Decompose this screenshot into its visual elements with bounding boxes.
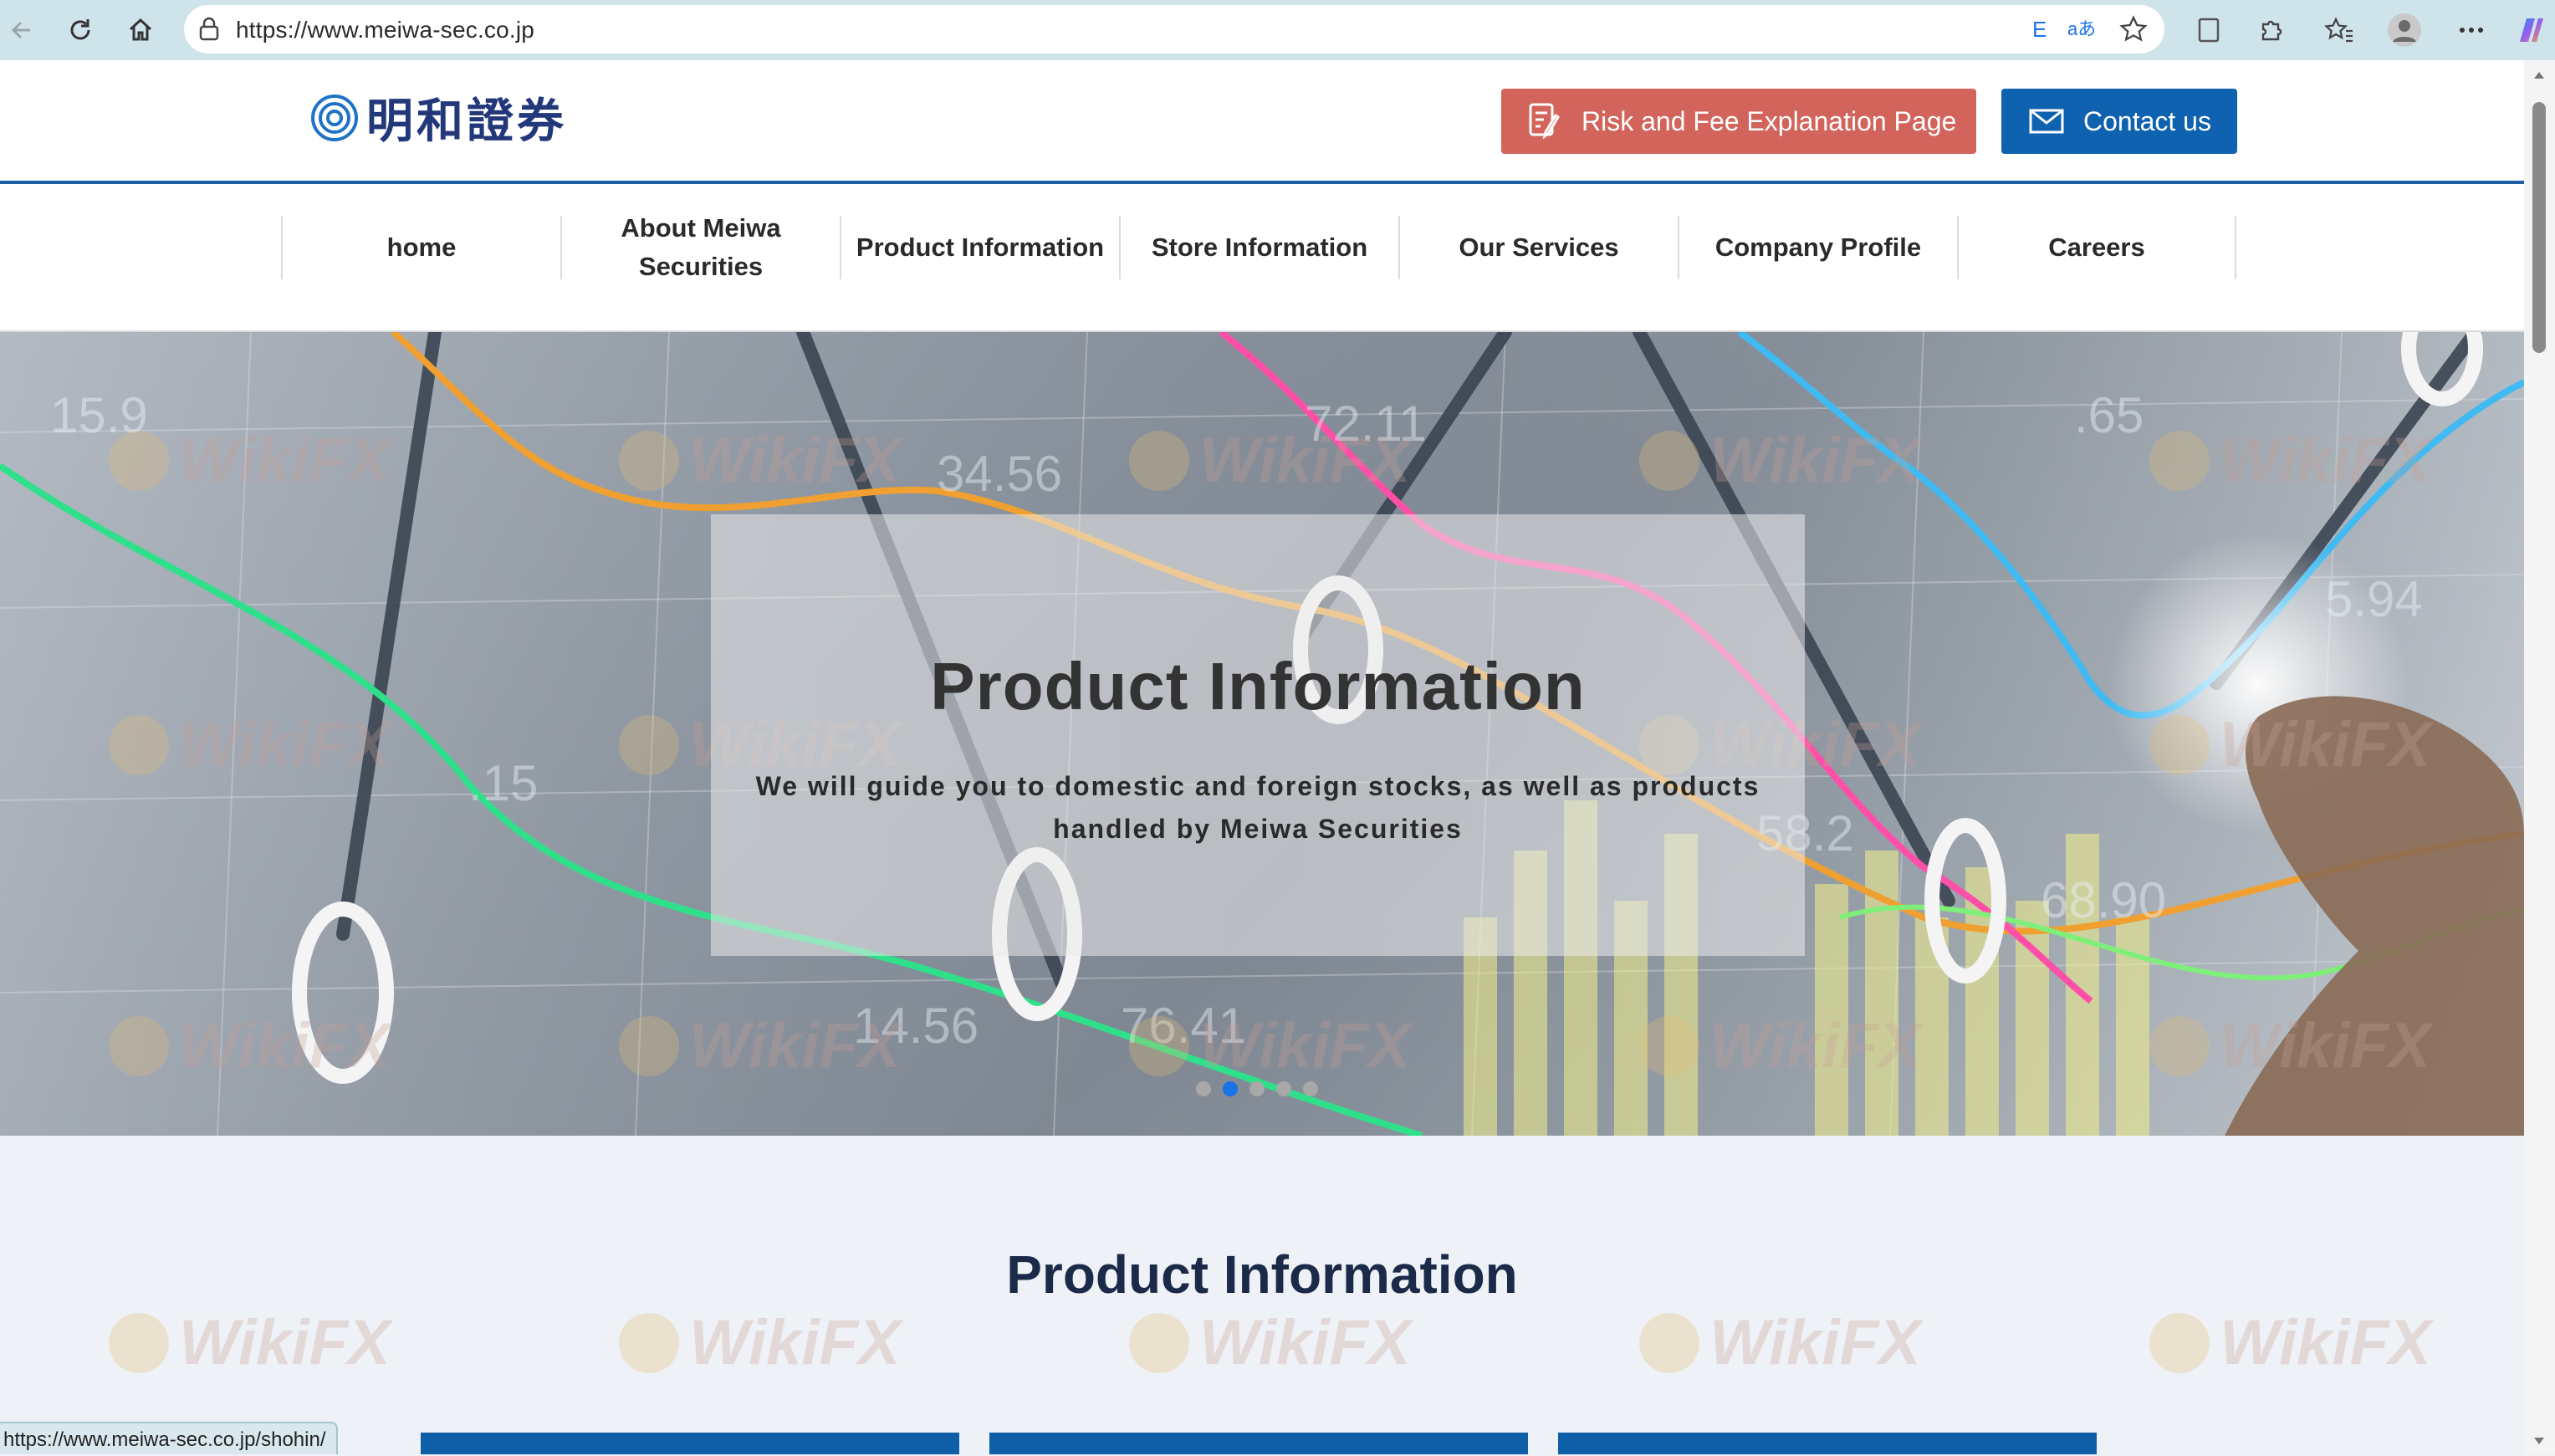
home-icon[interactable] <box>120 10 161 50</box>
document-pen-icon <box>1529 103 1561 140</box>
contact-label: Contact us <box>2083 105 2211 136</box>
watermark-logo-icon <box>1129 1312 1189 1373</box>
copilot-icon[interactable] <box>2512 10 2552 50</box>
page-scrollbar[interactable] <box>2524 60 2555 1454</box>
svg-text:.65: .65 <box>2074 387 2144 443</box>
translate-icon[interactable]: aあ <box>2067 17 2101 46</box>
hero-title: Product Information <box>930 649 1586 723</box>
site-logo[interactable]: 明和證券 <box>309 84 567 151</box>
nav-item-company-profile[interactable]: Company Profile <box>1678 216 1957 279</box>
svg-text:34.56: 34.56 <box>937 446 1062 502</box>
watermark: WikiFX <box>109 1306 391 1379</box>
read-aloud-icon[interactable]: E <box>2031 17 2049 46</box>
favorites-icon[interactable] <box>2319 10 2359 50</box>
back-icon[interactable] <box>2 10 42 50</box>
section-title: Product Information <box>1006 1244 1518 1305</box>
logo-emblem-icon <box>311 94 358 141</box>
more-menu-icon[interactable] <box>2451 10 2491 50</box>
svg-text:aあ: aあ <box>2067 18 2096 39</box>
product-card[interactable] <box>989 1433 1528 1454</box>
svg-text:68.90: 68.90 <box>2041 872 2166 928</box>
status-bar-url: https://www.meiwa-sec.co.jp/shohin/ <box>0 1422 338 1454</box>
scrollbar-thumb[interactable] <box>2532 102 2546 353</box>
slider-pagination <box>1196 1081 1318 1096</box>
nav-item-product-information[interactable]: Product Information <box>840 216 1119 279</box>
risk-fee-label: Risk and Fee Explanation Page <box>1582 105 1957 136</box>
nav-item-our-services[interactable]: Our Services <box>1398 216 1678 279</box>
watermark-logo-icon <box>2149 1312 2210 1373</box>
address-bar[interactable]: https://www.meiwa-sec.co.jp E aあ <box>184 5 2164 54</box>
url-text[interactable]: https://www.meiwa-sec.co.jp <box>236 17 534 43</box>
svg-text:.15: .15 <box>468 755 538 811</box>
hero-slider[interactable]: 15.9 .15 34.56 72.11 .65 14.56 76.41 68.… <box>0 332 2524 1136</box>
risk-fee-button[interactable]: Risk and Fee Explanation Page <box>1501 89 1976 154</box>
product-card[interactable] <box>421 1433 959 1454</box>
logo-text: 明和證券 <box>366 94 567 149</box>
mail-icon <box>2029 109 2064 134</box>
browser-toolbar: https://www.meiwa-sec.co.jp E aあ <box>0 0 2555 60</box>
web-page: WikiFX WikiFX WikiFX WikiFX WikiFX 明和證券 … <box>0 60 2524 1454</box>
hero-caption-box: Product Information We will guide you to… <box>711 514 1805 956</box>
svg-text:14.56: 14.56 <box>853 998 979 1054</box>
scroll-down-icon[interactable] <box>2532 1436 2546 1446</box>
hero-subtitle: We will guide you to domestic and foreig… <box>755 771 1760 844</box>
main-nav: home About Meiwa Securities Product Info… <box>0 184 2524 332</box>
contact-button[interactable]: Contact us <box>2001 89 2237 154</box>
svg-text:5.94: 5.94 <box>2325 571 2423 627</box>
nav-item-careers[interactable]: Careers <box>1957 216 2236 279</box>
scroll-up-icon[interactable] <box>2532 70 2546 80</box>
product-card[interactable] <box>1558 1433 2097 1454</box>
slider-dot[interactable] <box>1196 1081 1211 1096</box>
slider-dot[interactable] <box>1303 1081 1318 1096</box>
reload-icon[interactable] <box>60 10 100 50</box>
nav-item-store-information[interactable]: Store Information <box>1119 216 1398 279</box>
svg-text:76.41: 76.41 <box>1121 998 1246 1054</box>
watermark-logo-icon <box>619 1312 679 1373</box>
watermark: WikiFX <box>2149 1306 2431 1379</box>
watermark: WikiFX <box>1129 1306 1411 1379</box>
watermark-logo-icon <box>1639 1312 1699 1373</box>
reading-view-icon[interactable] <box>2189 10 2229 50</box>
svg-text:E: E <box>2032 17 2047 42</box>
favorite-star-icon[interactable] <box>2119 15 2148 48</box>
nav-item-home[interactable]: home <box>281 216 560 279</box>
lock-icon[interactable] <box>197 17 221 46</box>
svg-text:15.9: 15.9 <box>50 387 148 443</box>
profile-avatar-icon[interactable] <box>2384 10 2425 50</box>
slider-dot[interactable] <box>1276 1081 1291 1096</box>
watermark: WikiFX <box>1639 1306 1921 1379</box>
site-header: 明和證券 Risk and Fee Explanation Page Conta… <box>0 60 2524 184</box>
nav-item-about[interactable]: About Meiwa Securities <box>560 213 840 281</box>
watermark-logo-icon <box>109 1312 169 1373</box>
extensions-icon[interactable] <box>2251 10 2291 50</box>
svg-text:72.11: 72.11 <box>1305 396 1427 452</box>
slider-dot[interactable] <box>1249 1081 1265 1096</box>
watermark: WikiFX <box>619 1306 901 1379</box>
slider-dot[interactable] <box>1223 1081 1238 1096</box>
